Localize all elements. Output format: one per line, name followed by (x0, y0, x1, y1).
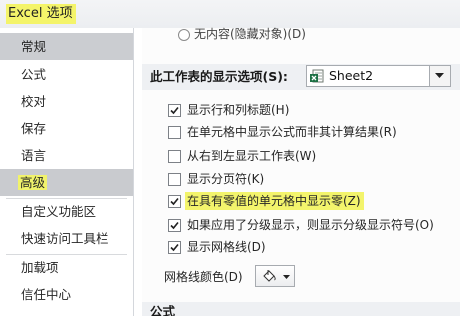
option-label: 如果应用了分级显示，则显示分级显示符号(O) (187, 218, 434, 232)
checkbox-checked[interactable] (168, 195, 181, 208)
sidebar-item-advanced[interactable]: 高级 (0, 169, 133, 196)
sidebar-item-label: 信任中心 (21, 287, 72, 302)
sidebar-item-label: 校对 (21, 94, 47, 109)
checkmark-icon (170, 243, 179, 252)
checkbox-checked[interactable] (168, 241, 181, 254)
formulas-section-header (142, 302, 460, 316)
checkbox-unchecked[interactable] (168, 150, 181, 163)
sheet-select-value: Sheet2 (329, 68, 374, 83)
chevron-down-icon (435, 73, 444, 78)
sidebar-item-label: 高级 (18, 175, 48, 190)
sheet-select-dropdown-button[interactable] (429, 66, 450, 86)
no-content-radio-label: 无内容(隐藏对象)(D) (194, 27, 306, 41)
gridline-color-label: 网格线颜色(D) (164, 270, 243, 284)
no-content-radio[interactable] (178, 29, 190, 41)
excel-sheet-icon (310, 69, 324, 83)
sidebar-item-general[interactable]: 常规 (0, 33, 133, 60)
option-label: 在单元格中显示公式而非其计算结果(R) (187, 125, 397, 139)
chevron-down-icon (283, 275, 290, 279)
checkbox-unchecked[interactable] (168, 126, 181, 139)
sidebar-item-add-ins[interactable]: 加载项 (0, 254, 133, 281)
sidebar-item-customize-ribbon[interactable]: 自定义功能区 (0, 198, 133, 225)
checkmark-icon (170, 106, 179, 115)
option-label: 从右到左显示工作表(W) (187, 149, 317, 163)
option-label-highlighted: 在具有零值的单元格中显示零(Z) (185, 192, 364, 210)
excel-options-window: Excel 选项 常规 公式 校对 保存 语言 高级 自定义功能区 快速访问工具… (0, 0, 460, 316)
sidebar-item-formulas[interactable]: 公式 (0, 61, 133, 88)
option-label: 显示网格线(D) (187, 240, 266, 254)
worksheet-section-title: 此工作表的显示选项(S): (150, 69, 288, 84)
sidebar-item-label: 快速访问工具栏 (21, 231, 109, 246)
sidebar-item-label: 语言 (21, 148, 47, 163)
sidebar-item-label: 常规 (21, 39, 47, 54)
sidebar-item-label: 保存 (21, 121, 47, 136)
sidebar-item-label: 加载项 (21, 260, 59, 275)
option-label: 显示分页符(K) (187, 172, 265, 186)
formulas-section-title: 公式 (150, 304, 176, 316)
title-bar: Excel 选项 (0, 0, 460, 28)
sidebar-item-proofing[interactable]: 校对 (0, 88, 133, 115)
checkbox-unchecked[interactable] (168, 173, 181, 186)
checkmark-icon (170, 197, 179, 206)
paint-bucket-icon (263, 270, 276, 282)
gridline-color-button[interactable] (255, 265, 295, 287)
sidebar-item-label: 公式 (21, 67, 47, 82)
sidebar-item-trust-center[interactable]: 信任中心 (0, 281, 133, 308)
option-label: 显示行和列标题(H) (187, 103, 290, 117)
options-panel: 无内容(隐藏对象)(D) 此工作表的显示选项(S): Sheet2 显示行和列标… (134, 27, 460, 316)
sidebar-item-language[interactable]: 语言 (0, 142, 133, 169)
sidebar: 常规 公式 校对 保存 语言 高级 自定义功能区 快速访问工具栏 加载项 信任中… (0, 28, 134, 316)
checkmark-icon (170, 221, 179, 230)
window-title: Excel 选项 (6, 4, 76, 24)
checkbox-checked[interactable] (168, 104, 181, 117)
sidebar-item-label: 自定义功能区 (21, 204, 97, 219)
sheet-select[interactable]: Sheet2 (306, 65, 451, 87)
checkbox-checked[interactable] (168, 219, 181, 232)
sidebar-item-quick-access-toolbar[interactable]: 快速访问工具栏 (0, 225, 133, 252)
sidebar-item-save[interactable]: 保存 (0, 115, 133, 142)
